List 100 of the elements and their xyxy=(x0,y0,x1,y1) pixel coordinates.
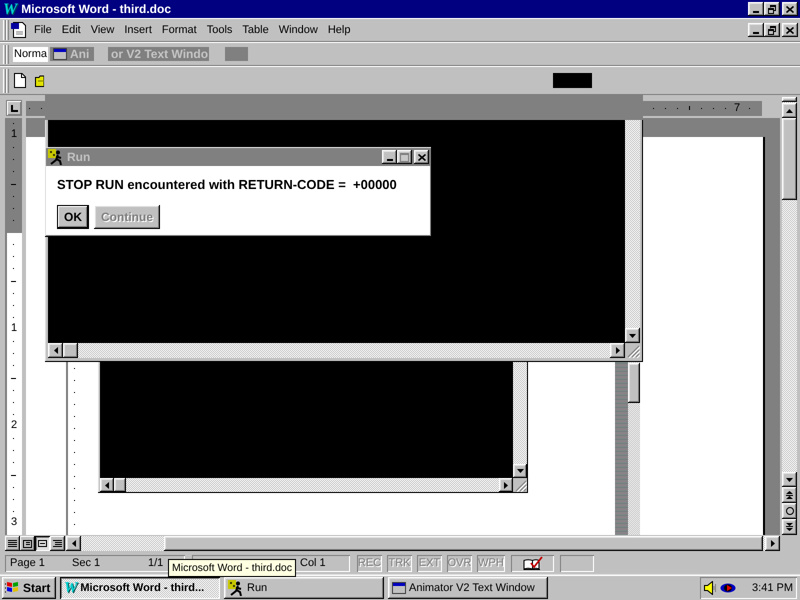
view-button[interactable] xyxy=(5,536,20,551)
minimize-button[interactable] xyxy=(382,150,397,164)
dialog-message: STOP RUN encountered with RETURN-CODE = +00000 xyxy=(57,177,398,193)
scroll-down-button[interactable] xyxy=(513,464,527,478)
ghost-title-text: Ani xyxy=(70,47,90,61)
up-arrow-icon xyxy=(786,108,793,112)
close-icon xyxy=(786,6,794,12)
menu-item[interactable]: Tools xyxy=(202,24,238,36)
menu-item[interactable]: File xyxy=(29,24,57,36)
tab-stop-button[interactable] xyxy=(6,100,22,116)
taskbar-button[interactable]: Run xyxy=(224,577,384,599)
column-indicator: Col 1 xyxy=(300,557,326,569)
left-arrow-icon xyxy=(72,540,76,547)
dialog-button[interactable]: OK xyxy=(57,205,89,229)
speaker-icon[interactable] xyxy=(704,581,716,595)
ruler-number: 7 xyxy=(734,102,740,115)
window-icon xyxy=(53,48,68,60)
start-label: Start xyxy=(23,581,50,595)
folder-icon[interactable] xyxy=(35,74,44,86)
glitch-block xyxy=(553,73,592,88)
scroll-thumb[interactable] xyxy=(164,536,763,551)
view-button[interactable] xyxy=(50,536,65,551)
ruler-number: 1 xyxy=(11,128,18,141)
grip-handle[interactable] xyxy=(3,44,9,64)
ruler-number: 1 xyxy=(11,322,18,335)
new-document-icon[interactable] xyxy=(14,73,26,88)
menu-item[interactable]: Window xyxy=(274,24,323,36)
minimize-button[interactable] xyxy=(748,2,764,16)
left-tab-icon xyxy=(10,104,18,112)
close-button[interactable] xyxy=(782,23,798,37)
ghost-title-text: or V2 Text Windo xyxy=(111,47,208,61)
menu-item[interactable]: Insert xyxy=(119,24,157,36)
tooltip: Microsoft Word - third.doc xyxy=(168,559,296,577)
scroll-thumb[interactable] xyxy=(782,118,797,200)
vertical-scrollbar[interactable] xyxy=(628,362,640,535)
resize-grip-icon[interactable] xyxy=(515,480,527,492)
vertical-scrollbar[interactable] xyxy=(782,97,797,535)
taskbar-button[interactable]: W Microsoft Word - third... xyxy=(60,577,220,599)
menu-item[interactable]: Table xyxy=(237,24,274,36)
scroll-left-button[interactable] xyxy=(66,536,81,551)
close-button[interactable] xyxy=(782,2,798,16)
view-button[interactable] xyxy=(20,536,35,551)
horizontal-scrollbar[interactable] xyxy=(100,478,513,492)
left-arrow-icon xyxy=(54,347,58,354)
close-button[interactable] xyxy=(414,150,429,164)
menu-item[interactable]: Help xyxy=(322,24,356,36)
scroll-left-button[interactable] xyxy=(48,343,63,358)
scroll-right-button[interactable] xyxy=(610,343,625,358)
double-down-arrow-icon xyxy=(786,523,793,531)
close-icon xyxy=(418,154,426,160)
menu-item[interactable]: Format xyxy=(156,24,202,36)
horizontal-scrollbar[interactable] xyxy=(48,343,625,358)
split-handle[interactable] xyxy=(782,97,797,102)
circle-icon xyxy=(786,507,794,515)
vertical-scrollbar[interactable] xyxy=(625,120,640,343)
task-label: Animator V2 Text Window xyxy=(409,582,535,594)
book-check-icon[interactable] xyxy=(522,556,542,570)
dialog-title: Run xyxy=(67,150,90,164)
restore-button[interactable] xyxy=(764,23,780,37)
browse-object-button[interactable] xyxy=(782,503,797,519)
next-page-button[interactable] xyxy=(782,519,797,535)
framed-lines-icon xyxy=(23,540,32,548)
down-arrow-icon xyxy=(629,334,636,338)
window-icon xyxy=(392,582,406,594)
scroll-right-button[interactable] xyxy=(765,536,780,551)
style-field[interactable]: Norma xyxy=(13,46,48,62)
minimize-button[interactable] xyxy=(748,23,764,37)
section-indicator: Sec 1 xyxy=(72,557,102,569)
view-button[interactable] xyxy=(35,536,50,551)
document-icon[interactable] xyxy=(11,22,27,38)
app-logo: W xyxy=(3,2,18,16)
scroll-up-button[interactable] xyxy=(782,103,797,118)
grip-handle[interactable] xyxy=(3,68,9,92)
taskbar-button[interactable]: Animator V2 Text Window xyxy=(388,577,548,599)
scroll-thumb[interactable] xyxy=(114,478,126,492)
scroll-down-button[interactable] xyxy=(625,328,640,343)
scroll-left-button[interactable] xyxy=(100,478,114,492)
scroll-thumb[interactable] xyxy=(628,363,640,403)
down-arrow-icon xyxy=(516,469,524,473)
resize-grip-icon[interactable] xyxy=(627,345,640,358)
scroll-down-button[interactable] xyxy=(782,472,797,487)
grip-handle[interactable] xyxy=(3,20,9,40)
window-title: Microsoft Word - third.doc xyxy=(21,2,171,16)
eye-icon[interactable] xyxy=(720,583,736,593)
minimize-icon xyxy=(753,11,759,13)
scroll-thumb[interactable] xyxy=(63,343,78,358)
maximize-icon xyxy=(400,152,409,162)
start-button[interactable]: Start xyxy=(2,577,56,599)
menu-item[interactable]: Edit xyxy=(56,24,86,36)
horizontal-scrollbar[interactable] xyxy=(66,536,780,551)
task-label: Microsoft Word - third... xyxy=(80,582,204,594)
page-count: 1/1 xyxy=(148,557,164,569)
previous-page-button[interactable] xyxy=(782,487,797,503)
restore-button[interactable] xyxy=(764,2,780,16)
menu-item[interactable]: View xyxy=(86,24,120,36)
double-up-arrow-icon xyxy=(786,491,793,499)
app-logo: W xyxy=(64,580,78,596)
close-icon xyxy=(786,26,794,34)
scroll-right-button[interactable] xyxy=(499,478,513,492)
vertical-scrollbar[interactable] xyxy=(513,362,527,478)
